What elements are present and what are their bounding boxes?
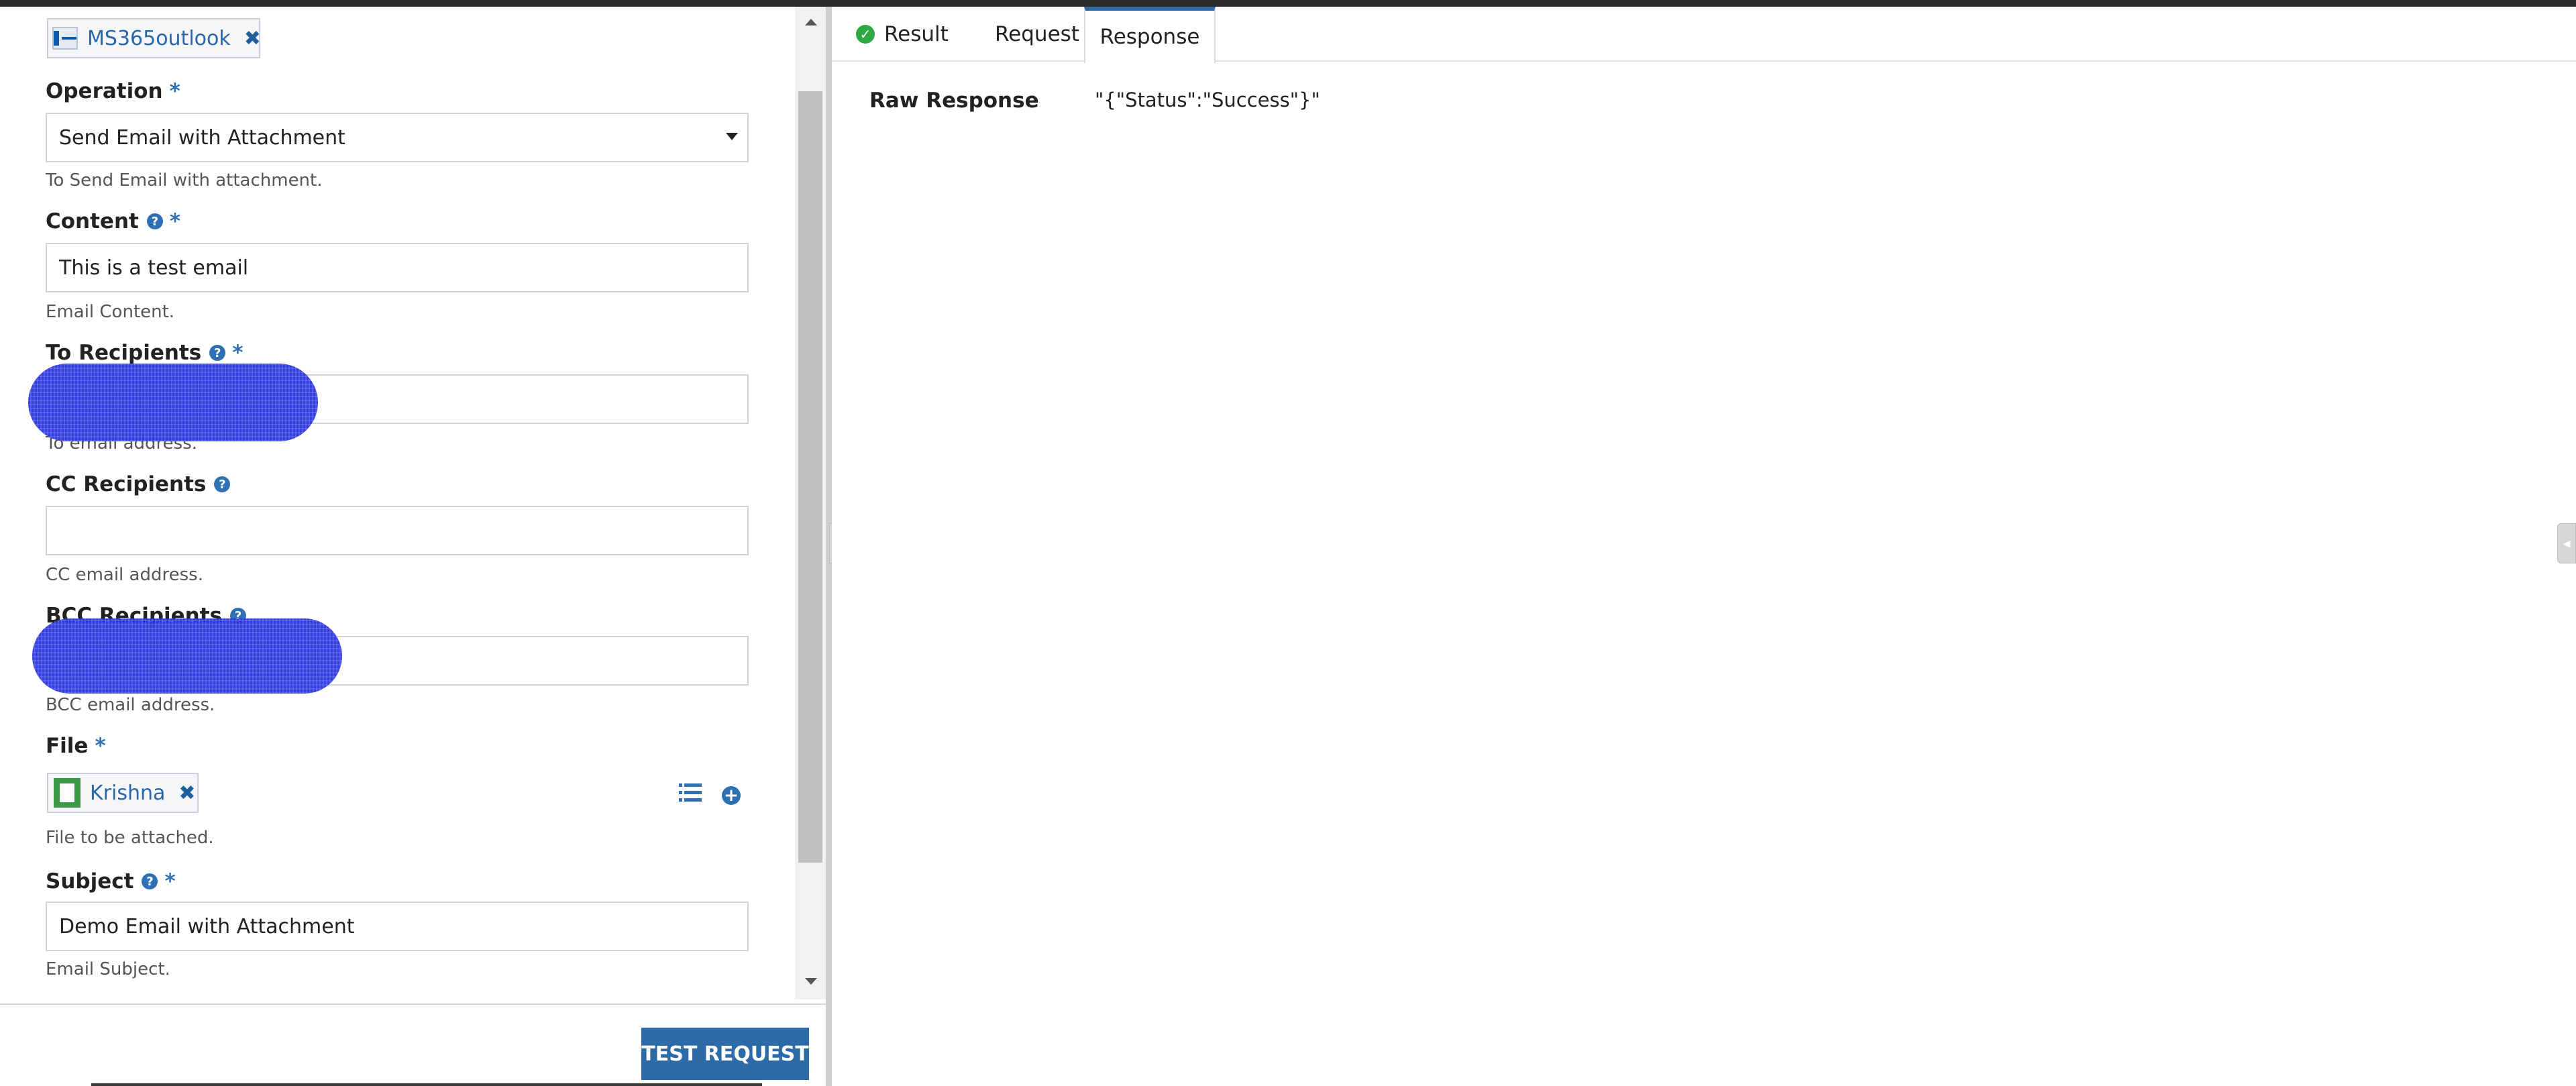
check-circle-icon: ✓ [856, 25, 875, 44]
connection-chip[interactable]: MS365outlook ✖ [47, 18, 261, 58]
file-label-text: File [46, 734, 89, 758]
add-file-icon[interactable]: + [722, 785, 741, 806]
required-marker: * [95, 734, 106, 758]
chevron-down-icon[interactable] [726, 133, 738, 140]
cc-recipients-input[interactable] [46, 506, 749, 555]
raw-response-value: "{"Status":"Success"}" [1095, 89, 1320, 111]
result-tabs: ✓ Result Request Response [832, 7, 2576, 63]
file-icon [54, 778, 80, 808]
collapse-right-panel-icon[interactable]: ◂ [2557, 523, 2576, 563]
help-icon[interactable]: ? [146, 213, 163, 229]
list-icon[interactable] [679, 783, 702, 802]
to-recipients-label: To Recipients ? * [46, 341, 243, 365]
scroll-down-arrow-icon[interactable] [805, 978, 817, 985]
remove-file-icon[interactable]: ✖ [178, 781, 195, 805]
cc-recipients-label: CC Recipients ? [46, 472, 231, 496]
required-marker: * [169, 209, 181, 233]
to-recipients-label-text: To Recipients [46, 341, 202, 365]
form-footer: TEST REQUEST [0, 1003, 826, 1086]
help-icon[interactable]: ? [142, 873, 158, 889]
subject-label-text: Subject [46, 869, 134, 893]
tab-response-label: Response [1099, 25, 1200, 49]
remove-connection-icon[interactable]: ✖ [244, 27, 261, 50]
connector-config-panel: MS365outlook ✖ Operation * Send Email wi… [0, 7, 826, 1086]
raw-response-label: Raw Response [869, 89, 1039, 113]
test-request-button[interactable]: TEST REQUEST [641, 1028, 809, 1080]
operation-select[interactable]: Send Email with Attachment [46, 113, 749, 162]
file-chip-label: Krishna [90, 781, 166, 805]
subject-hint: Email Subject. [46, 959, 170, 979]
help-icon[interactable]: ? [214, 476, 231, 492]
tab-request-label: Request [995, 22, 1079, 46]
required-marker: * [232, 341, 244, 365]
footer-divider [91, 1083, 762, 1086]
connection-label: MS365outlook [87, 26, 231, 50]
scrollbar-thumb[interactable] [798, 91, 822, 863]
content-input[interactable]: This is a test email [46, 243, 749, 292]
operation-selected-value: Send Email with Attachment [59, 125, 345, 150]
tab-request[interactable]: Request [983, 7, 1091, 62]
form-scroll-area: MS365outlook ✖ Operation * Send Email wi… [0, 7, 795, 999]
operation-label-text: Operation [46, 79, 163, 103]
content-label: Content ? * [46, 209, 180, 233]
required-marker: * [164, 869, 176, 893]
redaction-mark [28, 364, 318, 441]
subject-input[interactable]: Demo Email with Attachment [46, 902, 749, 951]
tab-response[interactable]: Response [1084, 7, 1216, 63]
tab-result[interactable]: ✓ Result [856, 7, 970, 62]
content-label-text: Content [46, 209, 139, 233]
result-panel: ✓ Result Request Response Raw Response "… [832, 7, 2576, 1086]
bcc-recipients-hint: BCC email address. [46, 695, 215, 715]
outlook-logo-icon [52, 27, 78, 50]
redaction-mark [32, 618, 342, 694]
operation-label: Operation * [46, 79, 180, 103]
file-hint: File to be attached. [46, 828, 214, 848]
tab-result-label: Result [884, 22, 949, 46]
subject-value: Demo Email with Attachment [59, 914, 355, 938]
form-scrollbar[interactable] [795, 7, 826, 999]
operation-hint: To Send Email with attachment. [46, 170, 323, 191]
content-value: This is a test email [59, 256, 249, 280]
scroll-up-arrow-icon[interactable] [805, 19, 817, 25]
window-top-bar [0, 0, 2576, 7]
file-chip[interactable]: Krishna ✖ [47, 773, 199, 813]
required-marker: * [169, 79, 180, 103]
help-icon[interactable]: ? [209, 345, 226, 361]
cc-recipients-label-text: CC Recipients [46, 472, 207, 496]
file-label: File * [46, 734, 106, 758]
subject-label: Subject ? * [46, 869, 176, 893]
content-hint: Email Content. [46, 302, 175, 322]
cc-recipients-hint: CC email address. [46, 565, 203, 585]
